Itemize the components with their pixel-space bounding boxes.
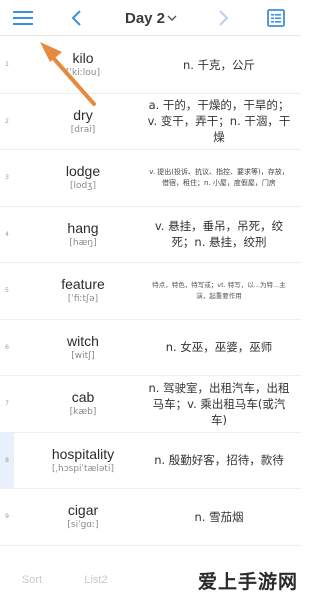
menu-button[interactable] xyxy=(10,6,36,30)
definition-text: 特点，特色，特写或；vt. 特写，以...为特...主演，起重要作用 xyxy=(152,281,286,300)
row-number: 5 xyxy=(5,287,9,295)
word-text: cab xyxy=(71,389,95,406)
page-title: Day 2 xyxy=(124,9,166,27)
list2-button[interactable]: List2 xyxy=(64,560,128,600)
word-row[interactable]: 1 kilo [ˈkiːlou] n. 千克，公斤 xyxy=(0,37,301,94)
word-text: feature xyxy=(61,276,105,293)
previous-day-button[interactable] xyxy=(64,6,90,30)
definition-text: n. 殷勤好客，招待，款待 xyxy=(154,453,284,468)
row-number: 8 xyxy=(0,432,14,488)
phonetic-text: [ˌhɔspiˈtæləti] xyxy=(52,463,114,474)
definition-text: n. 女巫，巫婆，巫师 xyxy=(165,340,273,355)
phonetic-text: [ˈkiːlou] xyxy=(66,68,100,79)
word-row[interactable]: 4 hang [hæŋ] v. 悬挂，垂吊，吊死，绞死；n. 悬挂，绞刑 xyxy=(0,207,301,263)
definition-text: v. 悬挂，垂吊，吊死，绞死；n. 悬挂，绞刑 xyxy=(154,219,284,250)
definition-text: n. 千克，公斤 xyxy=(182,57,256,72)
phonetic-text: [hæŋ] xyxy=(69,237,97,248)
chevron-right-icon xyxy=(219,10,229,26)
word-row[interactable]: 9 cigar [siˈgɑː] n. 雪茄烟 xyxy=(0,489,301,546)
row-number: 1 xyxy=(5,61,9,69)
phonetic-text: [witʃ] xyxy=(71,350,95,361)
word-text: dry xyxy=(73,106,93,123)
list-view-button[interactable] xyxy=(263,6,289,30)
definition-text: n. 驾驶室，出租汽车，出租马车；v. 乘出租马车(或汽车) xyxy=(148,380,290,427)
row-number: 7 xyxy=(5,400,9,408)
phonetic-text: [ˈfiːtʃə] xyxy=(67,294,99,305)
chevron-down-icon xyxy=(167,14,177,22)
word-text: kilo xyxy=(72,50,94,67)
word-row[interactable]: 6 witch [witʃ] n. 女巫，巫婆，巫师 xyxy=(0,320,301,376)
word-row[interactable]: 5 feature [ˈfiːtʃə] 特点，特色，特写或；vt. 特写，以..… xyxy=(0,263,301,320)
word-text: hospitality xyxy=(51,445,115,462)
next-day-button[interactable] xyxy=(210,6,236,30)
word-text: lodge xyxy=(65,163,101,180)
watermark: 爱上手游网 xyxy=(197,570,298,593)
row-number: 4 xyxy=(5,230,9,238)
list-icon xyxy=(267,9,285,27)
sort-button[interactable]: Sort xyxy=(0,560,64,600)
definition-text: n. 雪茄烟 xyxy=(194,509,244,524)
row-number: 2 xyxy=(5,117,9,125)
top-bar: Day 2 xyxy=(0,0,301,36)
word-row[interactable]: 3 lodge [lodʒ] v. 提出(投诉、抗议、指控、要求等)，存放，借宿… xyxy=(0,150,301,207)
phonetic-text: [drai] xyxy=(70,124,96,135)
word-row[interactable]: 7 cab [kæb] n. 驾驶室，出租汽车，出租马车；v. 乘出租马车(或汽… xyxy=(0,376,301,433)
phonetic-text: [lodʒ] xyxy=(70,181,96,192)
word-text: witch xyxy=(67,332,99,349)
word-row[interactable]: 8 hospitality [ˌhɔspiˈtæləti] n. 殷勤好客，招待… xyxy=(0,432,301,489)
day-selector[interactable]: Day 2 xyxy=(110,7,192,29)
phonetic-text: [siˈgɑː] xyxy=(67,520,99,531)
word-row[interactable]: 2 dry [drai] a. 干的，干燥的，干旱的；v. 变干，弄干；n. 干… xyxy=(0,94,301,150)
row-number: 3 xyxy=(5,174,9,182)
row-number: 9 xyxy=(5,513,9,521)
word-text: hang xyxy=(67,219,99,236)
definition-text: a. 干的，干燥的，干旱的；v. 变干，弄干；n. 干涸，干燥 xyxy=(147,98,291,145)
row-number: 6 xyxy=(5,343,9,351)
word-list: 1 kilo [ˈkiːlou] n. 千克，公斤 2 dry [drai] a… xyxy=(0,37,301,546)
definition-text: v. 提出(投诉、抗议、指控、要求等)，存放，借宿，租住；n. 小屋，度假屋，门… xyxy=(149,167,289,187)
word-text: cigar xyxy=(67,502,99,519)
menu-icon xyxy=(13,11,33,25)
chevron-left-icon xyxy=(71,10,81,26)
phonetic-text: [kæb] xyxy=(69,407,97,418)
